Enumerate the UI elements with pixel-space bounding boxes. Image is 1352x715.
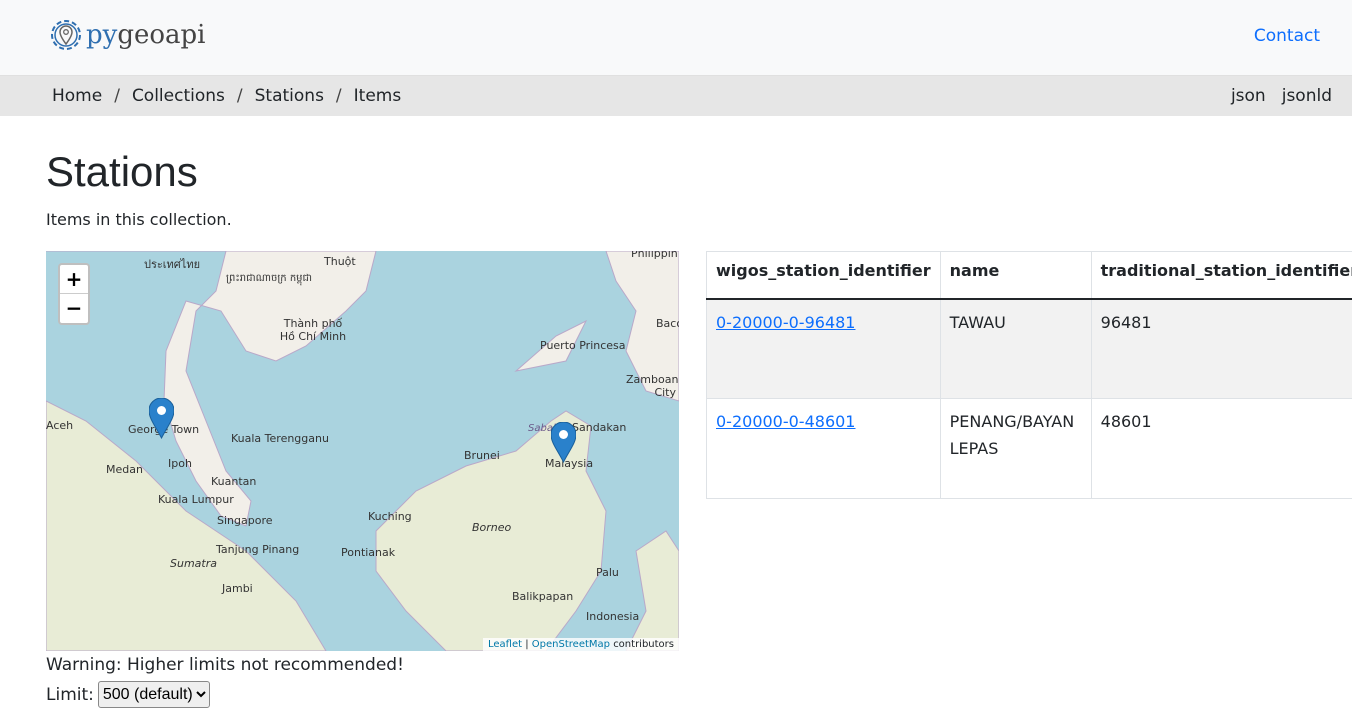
breadcrumb-collections[interactable]: Collections [132,86,225,106]
map-label: Thành phố Hồ Chí Minh [279,317,347,343]
attribution-suffix: contributors [613,639,674,650]
map-label: Borneo [472,521,512,534]
map-label: Palu [596,566,619,579]
zoom-in-button[interactable]: + [60,265,88,294]
cell-wigos: 0-20000-0-96481 [706,298,941,399]
navbar: py geoapi Contact [0,0,1352,76]
map-label: Zamboanga City [626,373,679,399]
map-label: Pontianak [341,546,396,559]
map-label: Kuala Terengganu [231,432,329,445]
zoom-out-button[interactable]: − [60,294,88,323]
map-label: Bacol [656,317,679,330]
limit-warning: Warning: Higher limits not recommended! [46,655,404,675]
osm-link[interactable]: OpenStreetMap [532,639,610,650]
map-label: Thuột [324,255,356,268]
breadcrumb-items: Items [353,86,402,106]
table-row: 0-20000-0-96481 TAWAU 96481 L [706,298,1352,399]
map-tiles [46,251,679,651]
map-attribution: Leaflet | OpenStreetMap contributors [483,638,679,651]
limit-select[interactable]: 500 (default) [97,681,210,708]
items-table: wigos_station_identifier name traditiona… [706,251,1352,499]
table-row: 0-20000-0-48601 PENANG/BAYAN LEPAS 48601… [706,398,1352,499]
map-label: ประเทศไทย [144,258,201,271]
item-link[interactable]: 0-20000-0-48601 [716,412,855,431]
map[interactable]: ประเทศไทย Thuột ព្រះរាជាណាចក្រ កម្ពុជា T… [46,251,679,651]
map-label: Sandakan [572,421,627,434]
item-link[interactable]: 0-20000-0-96481 [716,313,855,332]
column-header-name[interactable]: name [939,251,1092,300]
jsonld-link[interactable]: jsonld [1282,86,1332,106]
breadcrumb-separator: / [114,86,120,106]
map-label: Aceh [46,419,74,432]
map-marker-tawau[interactable] [551,422,576,463]
map-label: Kuala Lumpur [158,493,234,506]
breadcrumb-separator: / [335,86,342,106]
limit-label: Limit: [46,684,94,705]
cell-name: PENANG/BAYAN LEPAS [939,398,1092,499]
map-label: Puerto Princesa [540,339,626,352]
logo-text-geoapi: geoapi [117,20,206,50]
breadcrumb-home[interactable]: Home [52,86,102,106]
map-label: Jambi [222,582,253,595]
breadcrumb: Home / Collections / Stations / Items json j… [0,76,1352,116]
column-header-traditional-id[interactable]: traditional_station_identifier [1090,251,1352,300]
contact-link[interactable]: Contact [1254,26,1320,46]
column-header-wigos[interactable]: wigos_station_identifier [706,251,941,300]
cell-traditional-id: 96481 [1090,298,1352,399]
leaflet-link[interactable]: Leaflet [488,639,522,650]
map-label: Medan [106,463,143,476]
map-label: Singapore [217,514,273,527]
map-label: Indonesia [586,610,640,623]
page-title: Stations [46,148,198,195]
breadcrumb-separator: / [236,86,243,106]
page-subtitle: Items in this collection. [46,210,232,229]
breadcrumb-stations[interactable]: Stations [255,86,324,106]
limit-control: Limit: 500 (default) [46,681,210,708]
map-label: Brunei [464,449,500,462]
logo-text-py: py [86,20,118,50]
map-label: Tanjung Pinang [216,543,300,556]
zoom-control: + − [58,263,90,325]
map-label: Balikpapan [512,590,574,603]
map-label: Kuantan [211,475,257,488]
cell-name: TAWAU [939,298,1092,399]
map-label: ព្រះរាជាណាចក្រ កម្ពុជា [226,273,313,284]
map-marker-george-town[interactable] [149,398,174,439]
map-label: Sumatra [170,557,217,570]
logo[interactable]: py geoapi [46,15,206,55]
map-label: Ipoh [168,457,192,470]
items-table-container[interactable]: wigos_station_identifier name traditiona… [706,251,1352,499]
map-label: Kuching [368,510,412,523]
cell-wigos: 0-20000-0-48601 [706,398,941,499]
json-link[interactable]: json [1231,86,1266,106]
gear-pin-icon [51,20,81,50]
map-label: Philippin [631,251,678,260]
cell-traditional-id: 48601 [1090,398,1352,499]
